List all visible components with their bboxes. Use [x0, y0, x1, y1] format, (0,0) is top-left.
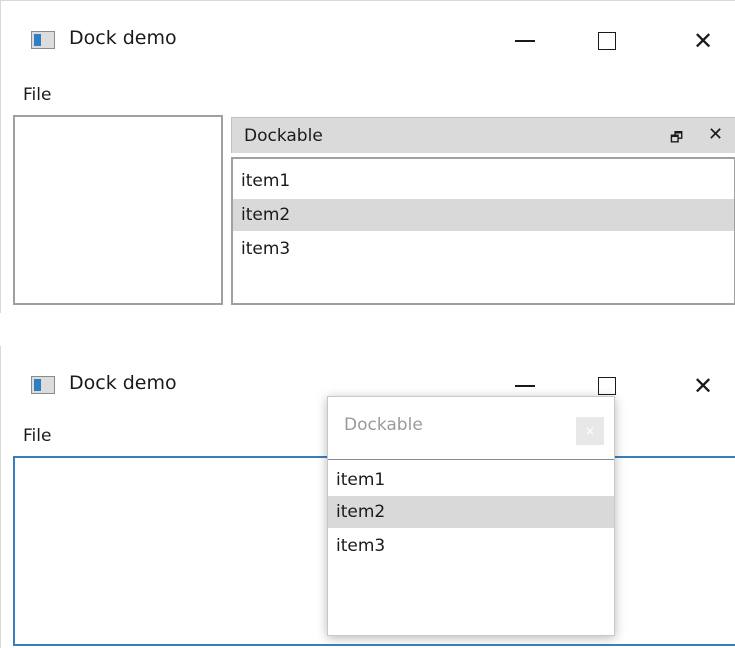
- list-item[interactable]: item1: [233, 165, 734, 197]
- menu-file[interactable]: File: [23, 426, 51, 446]
- dock-demo-window-docked: Dock demo ✕ File Dockable 🗗 ✕ item1 item…: [0, 0, 735, 313]
- app-window-icon: [31, 31, 55, 49]
- float-restore-icon[interactable]: 🗗: [670, 127, 683, 151]
- dockable-panel: Dockable 🗗 ✕ item1 item2 item3: [231, 117, 735, 305]
- dock-demo-window-floating: Dock demo ✕ File Dockable × item1 item2 …: [0, 346, 735, 648]
- minimize-icon: [515, 40, 535, 42]
- list-item[interactable]: item1: [328, 464, 614, 496]
- item-list[interactable]: item1 item2 item3: [328, 459, 614, 635]
- maximize-icon: [598, 32, 616, 50]
- list-item-selected[interactable]: item2: [233, 199, 734, 231]
- close-button[interactable]: ✕: [683, 21, 723, 61]
- minimize-icon: [515, 385, 535, 387]
- left-panel: [13, 115, 223, 305]
- dockable-close-icon[interactable]: ✕: [708, 124, 723, 145]
- minimize-button[interactable]: [505, 21, 545, 61]
- floating-header[interactable]: Dockable ×: [328, 397, 614, 459]
- floating-dockable-panel[interactable]: Dockable × item1 item2 item3: [327, 396, 615, 636]
- dockable-title: Dockable: [244, 126, 323, 146]
- floating-close-icon[interactable]: ×: [576, 417, 604, 445]
- window-title: Dock demo: [69, 372, 177, 394]
- floating-title: Dockable: [344, 415, 423, 435]
- list-item[interactable]: item3: [233, 233, 734, 265]
- dockable-header[interactable]: Dockable 🗗 ✕: [231, 117, 735, 153]
- close-button[interactable]: ✕: [683, 366, 723, 406]
- window-title: Dock demo: [69, 27, 177, 49]
- menu-file[interactable]: File: [23, 85, 51, 105]
- app-window-icon: [31, 376, 55, 394]
- list-item[interactable]: item3: [328, 530, 614, 562]
- maximize-button[interactable]: [587, 21, 627, 61]
- list-item-selected[interactable]: item2: [328, 496, 614, 528]
- maximize-icon: [598, 377, 616, 395]
- item-list[interactable]: item1 item2 item3: [231, 157, 735, 305]
- title-bar[interactable]: Dock demo ✕: [1, 1, 735, 81]
